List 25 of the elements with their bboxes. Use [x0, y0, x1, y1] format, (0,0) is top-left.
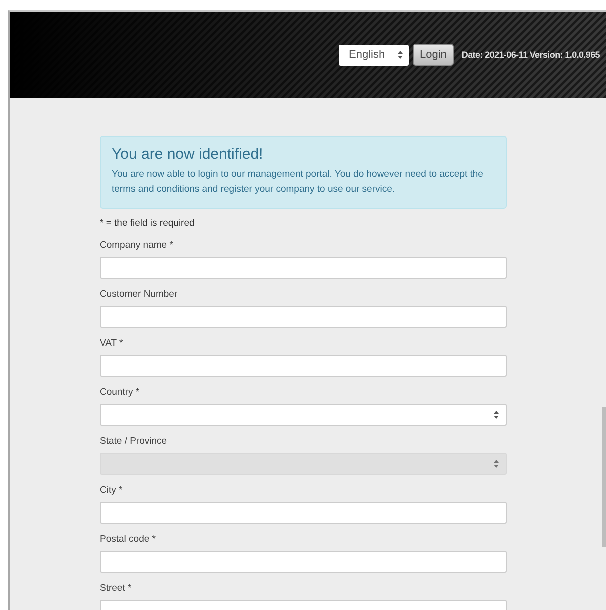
required-note: * = the field is required — [100, 218, 196, 229]
scrollbar-thumb[interactable] — [602, 407, 606, 547]
input-field[interactable] — [100, 306, 507, 328]
dropdown-arrows-icon — [494, 411, 499, 419]
login-button[interactable]: Login — [412, 44, 454, 66]
input-field[interactable] — [100, 355, 507, 377]
alert-title: You are now identified! — [112, 146, 264, 163]
dropdown-arrows-icon — [494, 460, 499, 468]
field-label: State / Province — [100, 436, 168, 448]
field-label: Company name * — [100, 240, 174, 252]
input-field[interactable] — [100, 551, 507, 573]
input-field[interactable] — [100, 257, 507, 279]
select-field[interactable] — [100, 404, 507, 426]
field-label: Country * — [100, 387, 141, 399]
field-label: Street * — [100, 583, 133, 595]
field-label: Customer Number — [100, 289, 179, 301]
alert-text: You are now able to login to our management portal. You do however need to accept the terms and conditions and register your company to use our service. — [112, 168, 484, 197]
field-label: City * — [100, 485, 124, 497]
field-label: VAT * — [100, 338, 124, 350]
language-value: English — [348, 49, 386, 61]
language-select[interactable]: English — [338, 44, 409, 66]
date-version-text: Date: 2021-06-11 Version: 1.0.0.965 — [462, 50, 600, 60]
dropdown-arrows-icon — [398, 51, 403, 59]
input-field[interactable] — [100, 502, 507, 524]
field-label: Postal code * — [100, 534, 157, 546]
